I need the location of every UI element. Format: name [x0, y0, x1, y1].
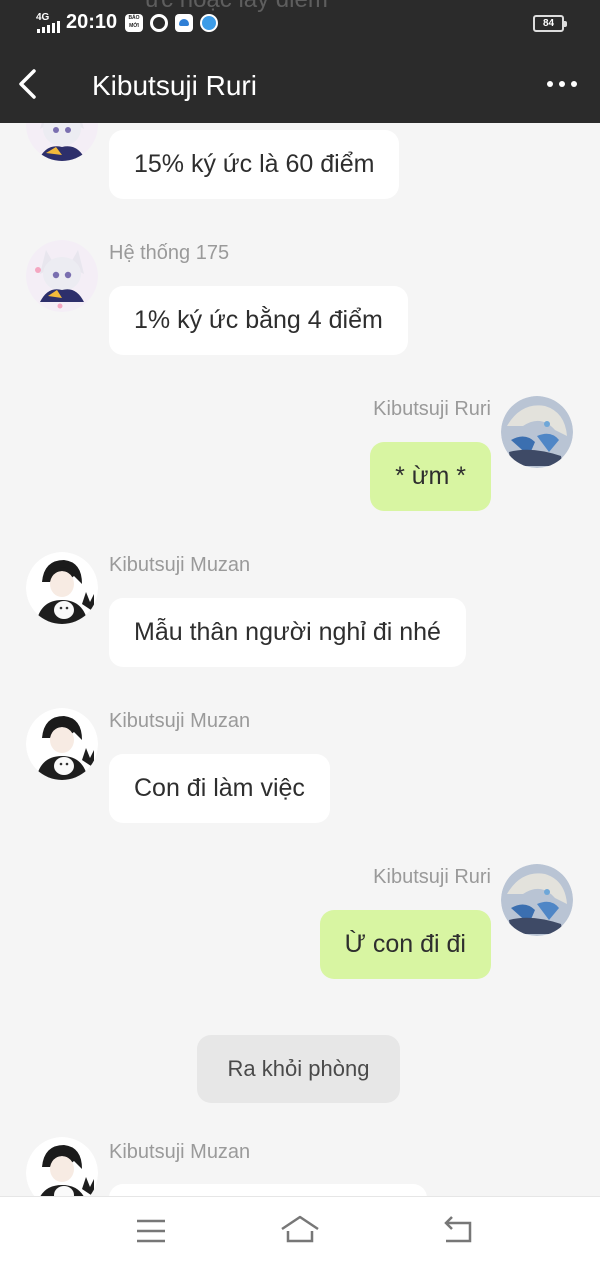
message-bubble[interactable]: [109, 1184, 427, 1196]
my-message-bubble[interactable]: * ừm *: [370, 442, 491, 511]
sender-name: Kibutsuji Muzan: [109, 554, 251, 576]
sender-name: Kibutsuji Ruri: [373, 866, 491, 888]
dark-haired-boy-avatar[interactable]: [26, 708, 98, 780]
chevron-left-icon: [19, 69, 36, 99]
chat-title: Kibutsuji Ruri: [92, 70, 257, 101]
back-arrow-icon: [444, 1216, 472, 1243]
notification-app-icon: [200, 14, 218, 32]
menu-button[interactable]: [129, 1211, 173, 1251]
more-options-button[interactable]: [540, 68, 584, 100]
cat-girl-avatar[interactable]: [26, 123, 98, 161]
blue-haired-girl-avatar[interactable]: [501, 396, 573, 468]
sender-name: Kibutsuji Muzan: [109, 1141, 251, 1163]
dark-haired-boy-avatar[interactable]: [26, 552, 98, 624]
home-button[interactable]: [278, 1211, 322, 1251]
sender-name: Kibutsuji Muzan: [109, 710, 251, 732]
system-notice: Ra khỏi phòng: [197, 1035, 400, 1103]
menu-icon: [137, 1219, 165, 1243]
cat-girl-avatar[interactable]: [26, 240, 98, 312]
sync-icon: [150, 14, 168, 32]
chat-message-list[interactable]: 15% ký ức là 60 điểm Hệ thống 175 1% ký …: [0, 123, 600, 1196]
system-nav-bar: [0, 1196, 600, 1267]
more-dots-icon: [547, 81, 577, 87]
message-bubble[interactable]: 15% ký ức là 60 điểm: [109, 130, 400, 199]
back-button[interactable]: [12, 66, 42, 102]
cloud-upload-icon: [175, 14, 193, 32]
clock: 20:10: [66, 11, 118, 33]
home-icon: [281, 1215, 319, 1243]
message-bubble[interactable]: 1% ký ức bằng 4 điểm: [109, 286, 408, 355]
top-bar: ức hoặc lấy điểm 4G 20:10 BÁO MỚI 84 Kib…: [0, 0, 600, 123]
battery-indicator: 84: [533, 15, 567, 32]
nav-back-button[interactable]: [436, 1211, 480, 1251]
my-message-bubble[interactable]: Ừ con đi đi: [319, 910, 491, 979]
message-bubble[interactable]: Mẫu thân người nghỉ đi nhé: [109, 598, 466, 667]
dark-haired-boy-avatar[interactable]: [26, 1137, 98, 1196]
status-bar: 4G 20:10 BÁO MỚI 84: [0, 0, 600, 46]
sender-name: Kibutsuji Ruri: [373, 398, 491, 420]
sender-name: Hệ thống 175: [109, 242, 230, 264]
message-bubble[interactable]: Con đi làm việc: [109, 754, 330, 823]
signal-icon: [37, 21, 60, 33]
blue-haired-girl-avatar[interactable]: [501, 864, 573, 936]
news-app-icon: BÁO MỚI: [125, 14, 143, 32]
